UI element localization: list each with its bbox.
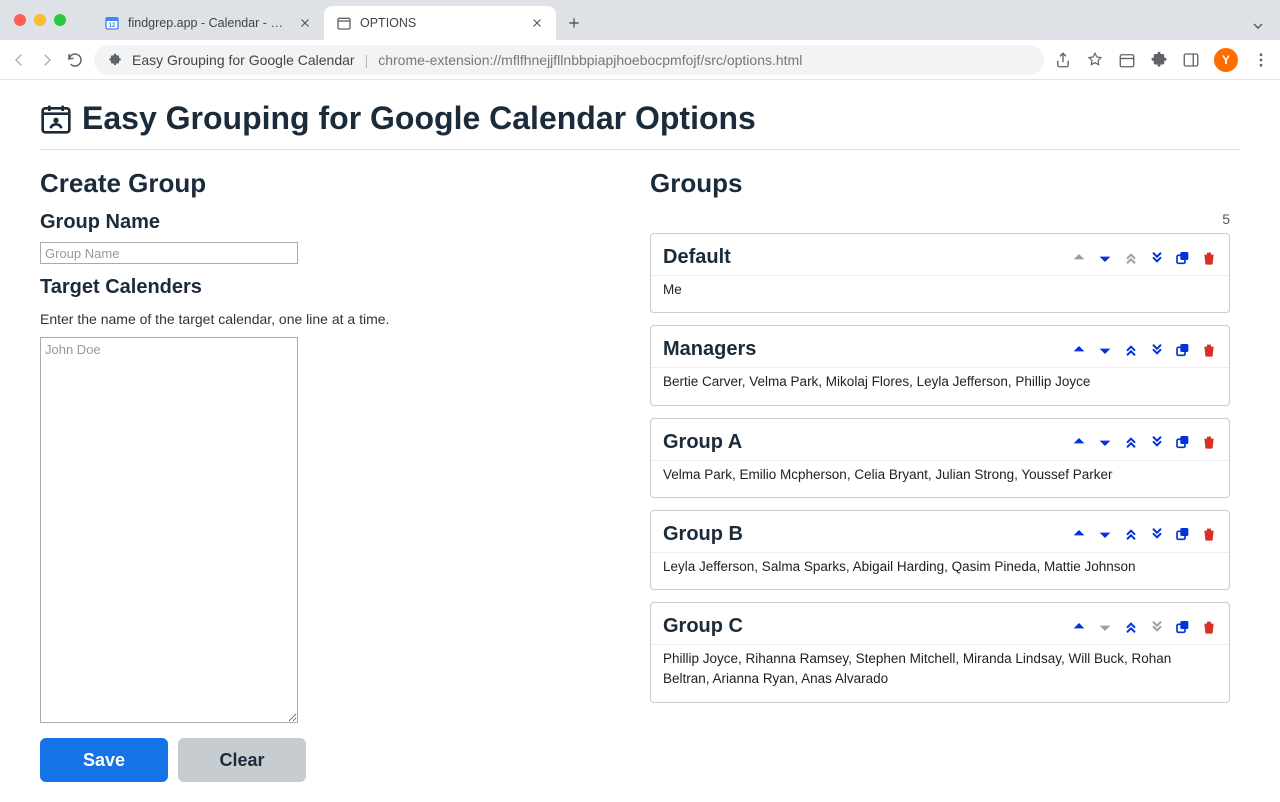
group-members: Me — [651, 275, 1229, 312]
groups-count: 5 — [650, 211, 1230, 227]
calendar-extension-icon[interactable] — [1118, 51, 1136, 69]
tab-strip: 12 findgrep.app - Calendar - Wee OPTIONS — [0, 0, 1280, 40]
move-bottom-icon[interactable] — [1149, 342, 1165, 358]
group-name: Managers — [663, 338, 1071, 361]
create-group-panel: Create Group Group Name Target Calenders… — [40, 168, 590, 782]
copy-icon[interactable] — [1175, 434, 1191, 450]
group-name: Default — [663, 246, 1071, 269]
copy-icon[interactable] — [1175, 250, 1191, 266]
groups-panel: Groups 5 Default Me Managers — [650, 168, 1230, 782]
move-up-icon — [1071, 250, 1087, 266]
groups-list: Default Me Managers Bertie Carve — [650, 233, 1230, 703]
group-name: Group B — [663, 523, 1071, 546]
sidepanel-icon[interactable] — [1182, 51, 1200, 69]
move-bottom-icon[interactable] — [1149, 250, 1165, 266]
extension-favicon-icon — [336, 15, 352, 31]
move-bottom-icon[interactable] — [1149, 434, 1165, 450]
group-card: Group C Phillip Joyce, Rihanna Ramsey, S… — [650, 602, 1230, 703]
group-card: Group B Leyla Jefferson, Salma Sparks, A… — [650, 510, 1230, 590]
group-members: Velma Park, Emilio Mcpherson, Celia Brya… — [651, 460, 1229, 497]
group-members: Bertie Carver, Velma Park, Mikolaj Flore… — [651, 367, 1229, 404]
reload-button[interactable] — [66, 51, 84, 69]
extensions-icon[interactable] — [1150, 51, 1168, 69]
kebab-menu-icon[interactable] — [1252, 51, 1270, 69]
delete-icon[interactable] — [1201, 526, 1217, 542]
move-top-icon[interactable] — [1123, 619, 1139, 635]
copy-icon[interactable] — [1175, 619, 1191, 635]
delete-icon[interactable] — [1201, 434, 1217, 450]
copy-icon[interactable] — [1175, 342, 1191, 358]
plus-icon — [567, 16, 581, 30]
move-down-icon[interactable] — [1097, 434, 1113, 450]
move-up-icon[interactable] — [1071, 526, 1087, 542]
close-icon[interactable] — [298, 16, 312, 30]
move-top-icon[interactable] — [1123, 526, 1139, 542]
browser-toolbar: Easy Grouping for Google Calendar | chro… — [0, 40, 1280, 80]
move-up-icon[interactable] — [1071, 619, 1087, 635]
tab-title: findgrep.app - Calendar - Wee — [128, 16, 290, 30]
back-button[interactable] — [10, 51, 28, 69]
target-calendars-input[interactable] — [40, 337, 298, 723]
delete-icon[interactable] — [1201, 619, 1217, 635]
address-url: chrome-extension://mflfhnejjfllnbbpiapjh… — [378, 52, 802, 68]
move-top-icon[interactable] — [1123, 342, 1139, 358]
profile-avatar[interactable]: Y — [1214, 48, 1238, 72]
mac-window-controls — [14, 14, 66, 26]
tab-inactive[interactable]: 12 findgrep.app - Calendar - Wee — [92, 6, 324, 40]
move-down-icon[interactable] — [1097, 250, 1113, 266]
mac-close-button[interactable] — [14, 14, 26, 26]
svg-text:12: 12 — [109, 23, 116, 29]
new-tab-button[interactable] — [560, 9, 588, 37]
move-up-icon[interactable] — [1071, 342, 1087, 358]
group-card: Default Me — [650, 233, 1230, 313]
target-calendars-label: Target Calenders — [40, 276, 590, 299]
group-members: Phillip Joyce, Rihanna Ramsey, Stephen M… — [651, 644, 1229, 702]
share-icon[interactable] — [1054, 51, 1072, 69]
address-bar[interactable]: Easy Grouping for Google Calendar | chro… — [94, 45, 1044, 75]
mac-zoom-button[interactable] — [54, 14, 66, 26]
group-card: Managers Bertie Carver, Velma Park, Miko… — [650, 325, 1230, 405]
tab-active[interactable]: OPTIONS — [324, 6, 556, 40]
page-title: Easy Grouping for Google Calendar Option… — [40, 100, 1240, 150]
move-down-icon[interactable] — [1097, 526, 1113, 542]
copy-icon[interactable] — [1175, 526, 1191, 542]
move-bottom-icon — [1149, 619, 1165, 635]
extension-icon — [108, 53, 122, 67]
chevron-down-icon — [1250, 18, 1266, 34]
move-top-icon[interactable] — [1123, 434, 1139, 450]
move-up-icon[interactable] — [1071, 434, 1087, 450]
target-hint: Enter the name of the target calendar, o… — [40, 311, 590, 327]
toolbar-icons: Y — [1054, 48, 1270, 72]
group-card: Group A Velma Park, Emilio Mcpherson, Ce… — [650, 418, 1230, 498]
group-members: Leyla Jefferson, Salma Sparks, Abigail H… — [651, 552, 1229, 589]
mac-minimize-button[interactable] — [34, 14, 46, 26]
group-name-input[interactable] — [40, 242, 298, 264]
delete-icon[interactable] — [1201, 250, 1217, 266]
move-top-icon — [1123, 250, 1139, 266]
group-name: Group A — [663, 431, 1071, 454]
clear-button[interactable]: Clear — [178, 738, 306, 782]
save-button[interactable]: Save — [40, 738, 168, 782]
tab-overflow-button[interactable] — [1250, 18, 1270, 40]
bookmark-star-icon[interactable] — [1086, 51, 1104, 69]
move-bottom-icon[interactable] — [1149, 526, 1165, 542]
address-ext-name: Easy Grouping for Google Calendar — [132, 52, 355, 68]
close-icon[interactable] — [530, 16, 544, 30]
tab-title: OPTIONS — [360, 16, 522, 30]
groups-heading: Groups — [650, 168, 1230, 199]
options-page: Easy Grouping for Google Calendar Option… — [0, 80, 1280, 802]
group-name-label: Group Name — [40, 211, 590, 234]
move-down-icon — [1097, 619, 1113, 635]
delete-icon[interactable] — [1201, 342, 1217, 358]
calendar-favicon-icon: 12 — [104, 15, 120, 31]
move-down-icon[interactable] — [1097, 342, 1113, 358]
group-name: Group C — [663, 615, 1071, 638]
create-group-heading: Create Group — [40, 168, 590, 199]
forward-button[interactable] — [38, 51, 56, 69]
calendar-person-icon — [40, 103, 72, 135]
